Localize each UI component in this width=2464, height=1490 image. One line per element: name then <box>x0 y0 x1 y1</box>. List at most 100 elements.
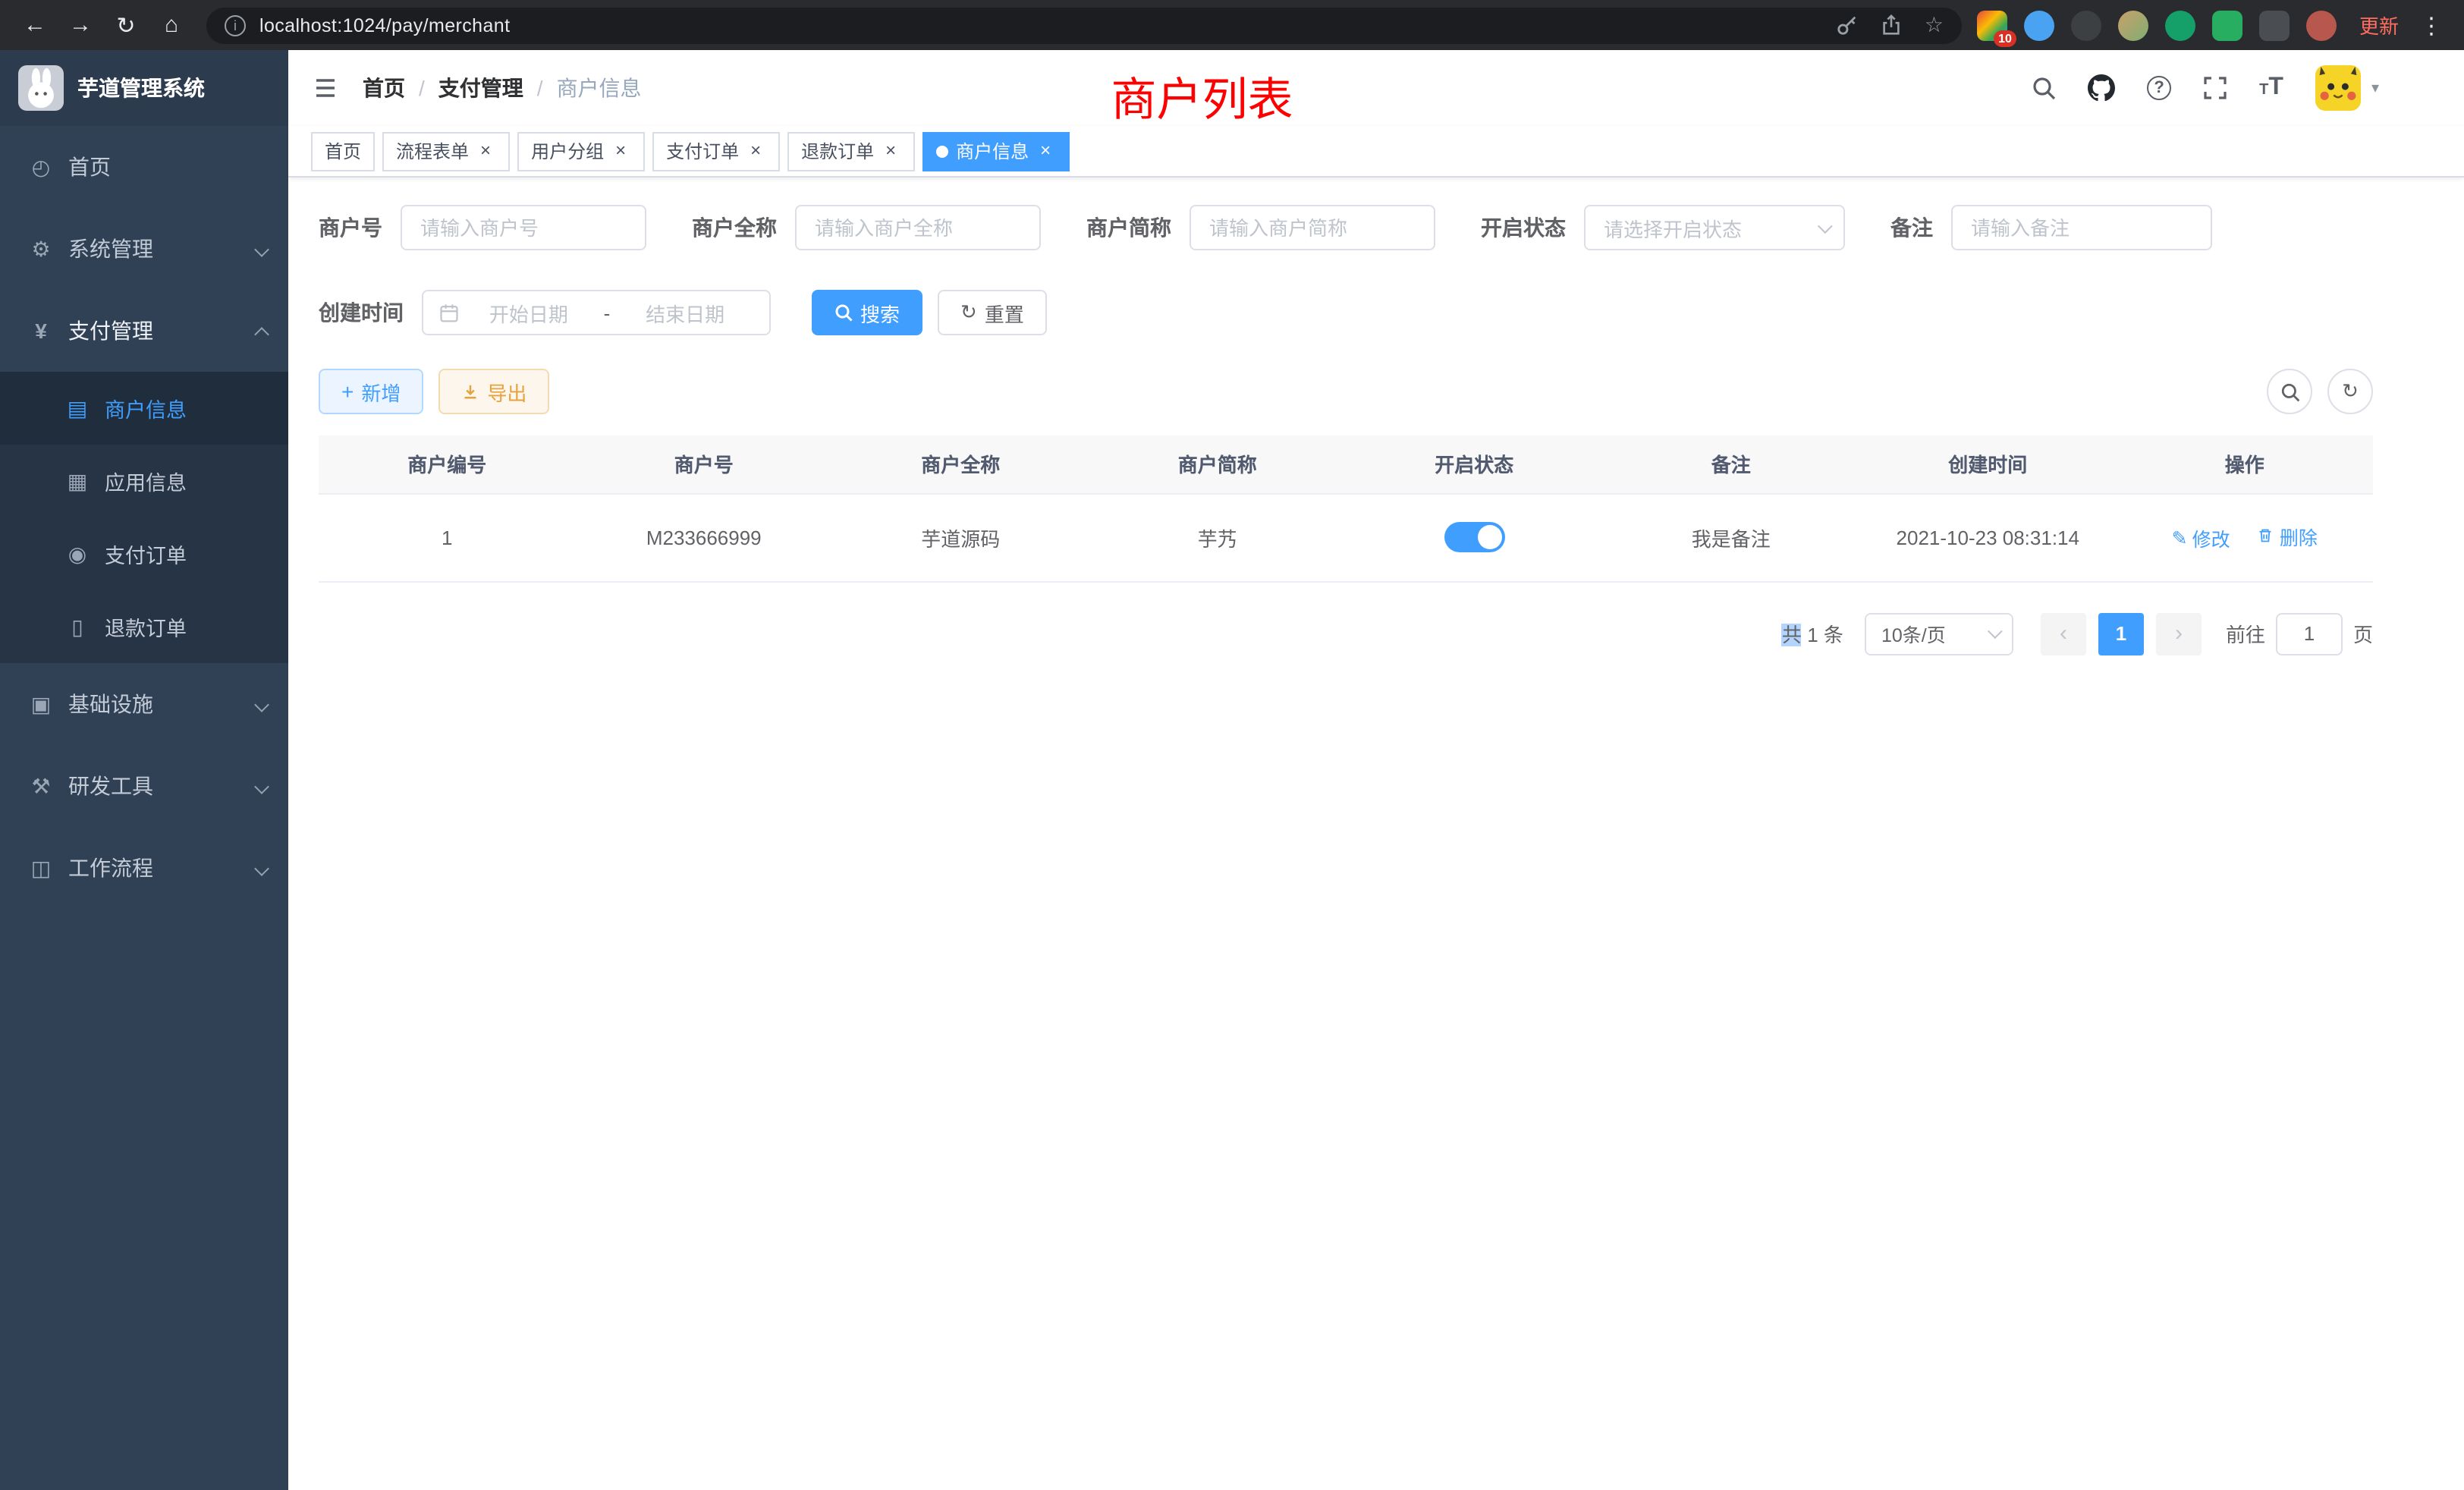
search-icon <box>834 303 853 322</box>
sidebar-item-label: 首页 <box>68 152 111 182</box>
remark-input[interactable] <box>1951 205 2212 250</box>
sidebar-item-label: 系统管理 <box>68 234 153 264</box>
merchant-no-label: 商户号 <box>319 212 382 243</box>
total-suffix: 条 <box>1824 624 1843 646</box>
delete-button[interactable]: 删除 <box>2257 522 2318 551</box>
sidebar-item-label: 支付订单 <box>105 539 187 569</box>
refresh-table-button[interactable]: ↻ <box>2327 369 2373 414</box>
tab-close-icon[interactable]: × <box>610 140 631 162</box>
reset-button-label: 重置 <box>985 298 1024 327</box>
sidebar-item-home[interactable]: ◴ 首页 <box>0 126 288 208</box>
tab-merchant-info[interactable]: 商户信息 × <box>922 131 1070 171</box>
tab-user-group[interactable]: 用户分组 × <box>517 131 645 171</box>
edit-button-label: 修改 <box>2192 524 2230 553</box>
fullscreen-icon[interactable] <box>2203 76 2227 100</box>
short-name-input[interactable] <box>1190 205 1435 250</box>
sidebar-item-dev-tools[interactable]: ⚒ 研发工具 <box>0 745 288 827</box>
extension-avatar-icon[interactable] <box>2118 10 2148 40</box>
browser-menu-icon[interactable]: ⋮ <box>2414 11 2449 39</box>
sidebar-item-label: 研发工具 <box>68 771 153 801</box>
hammer-icon: ⚒ <box>27 773 55 799</box>
breadcrumb-payment[interactable]: 支付管理 <box>438 73 523 103</box>
site-info-icon[interactable]: i <box>225 14 246 36</box>
goto-suffix: 页 <box>2353 619 2373 648</box>
header-search-icon[interactable] <box>2032 76 2056 100</box>
tab-close-icon[interactable]: × <box>1035 140 1056 162</box>
extension-colorful-icon[interactable]: 10 <box>1977 10 2007 40</box>
chrome-update-button[interactable]: 更新 <box>2359 11 2399 39</box>
plus-icon: + <box>341 379 354 404</box>
sidebar-item-merchant-info[interactable]: ▤ 商户信息 <box>0 372 288 445</box>
create-time-label: 创建时间 <box>319 297 404 328</box>
col-short-name: 商户简称 <box>1089 435 1347 493</box>
browser-reload-button[interactable]: ↻ <box>106 5 146 45</box>
user-avatar[interactable]: ▾ <box>2315 65 2379 111</box>
delete-button-label: 删除 <box>2280 522 2318 551</box>
breadcrumb-separator: / <box>537 76 543 100</box>
document-icon: ▯ <box>64 614 91 640</box>
table-row: 1 M233666999 芋道源码 芋艿 我是备注 2021-10-23 08:… <box>319 493 2373 581</box>
sidebar-item-workflow[interactable]: ◫ 工作流程 <box>0 827 288 909</box>
extension-avatar-red-icon[interactable] <box>2306 10 2337 40</box>
full-name-input[interactable] <box>795 205 1041 250</box>
goto-page-input[interactable] <box>2276 612 2343 655</box>
extension-pin-icon[interactable] <box>2259 10 2290 40</box>
toggle-search-button[interactable] <box>2267 369 2312 414</box>
status-select[interactable]: 请选择开启状态 <box>1584 205 1845 250</box>
pagination-prev-button[interactable]: ‹ <box>2041 612 2086 655</box>
status-toggle[interactable] <box>1444 522 1504 552</box>
breadcrumb-current: 商户信息 <box>557 73 642 103</box>
tab-label: 退款订单 <box>801 138 874 164</box>
edit-button[interactable]: ✎ 修改 <box>2172 524 2230 553</box>
sidebar-item-app-info[interactable]: ▦ 应用信息 <box>0 445 288 517</box>
password-key-icon[interactable] <box>1837 14 1859 36</box>
extension-blue-drop-icon[interactable] <box>2024 10 2054 40</box>
tab-refund-order[interactable]: 退款订单 × <box>787 131 915 171</box>
address-bar[interactable]: i localhost:1024/pay/merchant ☆ <box>206 7 1962 43</box>
cell-remark: 我是备注 <box>1603 493 1860 581</box>
browser-back-button[interactable]: ← <box>15 5 55 45</box>
dashboard-icon: ◴ <box>27 154 55 180</box>
font-size-icon[interactable]: TT <box>2259 74 2283 102</box>
extension-green-circle-icon[interactable] <box>2165 10 2195 40</box>
search-button[interactable]: 搜索 <box>812 290 922 335</box>
hamburger-icon[interactable] <box>313 76 338 100</box>
refresh-icon: ↻ <box>960 300 977 325</box>
sidebar-item-label: 工作流程 <box>68 853 153 883</box>
refresh-icon: ↻ <box>2342 379 2359 404</box>
create-time-range-picker[interactable]: 开始日期 - 结束日期 <box>422 290 771 335</box>
start-date-placeholder: 开始日期 <box>460 298 598 327</box>
url-text[interactable]: localhost:1024/pay/merchant <box>259 14 1815 36</box>
tab-process-form[interactable]: 流程表单 × <box>382 131 510 171</box>
sidebar-item-payment[interactable]: ¥ 支付管理 <box>0 290 288 372</box>
top-navbar: 首页 / 支付管理 / 商户信息 商户列表 <box>288 50 2464 126</box>
tab-close-icon[interactable]: × <box>880 140 901 162</box>
browser-forward-button[interactable]: → <box>61 5 100 45</box>
export-button[interactable]: 导出 <box>438 369 549 414</box>
merchant-no-input[interactable] <box>401 205 646 250</box>
sidebar-item-infrastructure[interactable]: ▣ 基础设施 <box>0 663 288 745</box>
add-button[interactable]: + 新增 <box>319 369 423 414</box>
github-icon[interactable] <box>2088 74 2115 102</box>
pagination-page-1[interactable]: 1 <box>2098 612 2144 655</box>
browser-toolbar: ← → ↻ ⌂ i localhost:1024/pay/merchant ☆ … <box>0 0 2464 50</box>
sidebar-item-pay-order[interactable]: ◉ 支付订单 <box>0 517 288 590</box>
bookmark-star-icon[interactable]: ☆ <box>1925 12 1944 38</box>
tab-close-icon[interactable]: × <box>745 140 766 162</box>
tab-pay-order[interactable]: 支付订单 × <box>652 131 780 171</box>
page-size-select[interactable]: 10条/页 <box>1865 612 2013 655</box>
reset-button[interactable]: ↻ 重置 <box>938 290 1047 335</box>
help-icon[interactable]: ? <box>2147 76 2171 100</box>
pagination-next-button[interactable]: › <box>2156 612 2202 655</box>
browser-home-button[interactable]: ⌂ <box>152 5 191 45</box>
share-icon[interactable] <box>1881 14 1903 36</box>
sidebar-item-system[interactable]: ⚙ 系统管理 <box>0 208 288 290</box>
breadcrumb-home[interactable]: 首页 <box>363 73 405 103</box>
extension-green-square-icon[interactable] <box>2212 10 2242 40</box>
sidebar-item-label: 基础设施 <box>68 689 153 719</box>
extension-dark-circle-icon[interactable] <box>2071 10 2101 40</box>
tab-home[interactable]: 首页 <box>311 131 375 171</box>
tab-close-icon[interactable]: × <box>475 140 496 162</box>
calendar-icon <box>438 302 460 323</box>
sidebar-item-refund-order[interactable]: ▯ 退款订单 <box>0 590 288 663</box>
